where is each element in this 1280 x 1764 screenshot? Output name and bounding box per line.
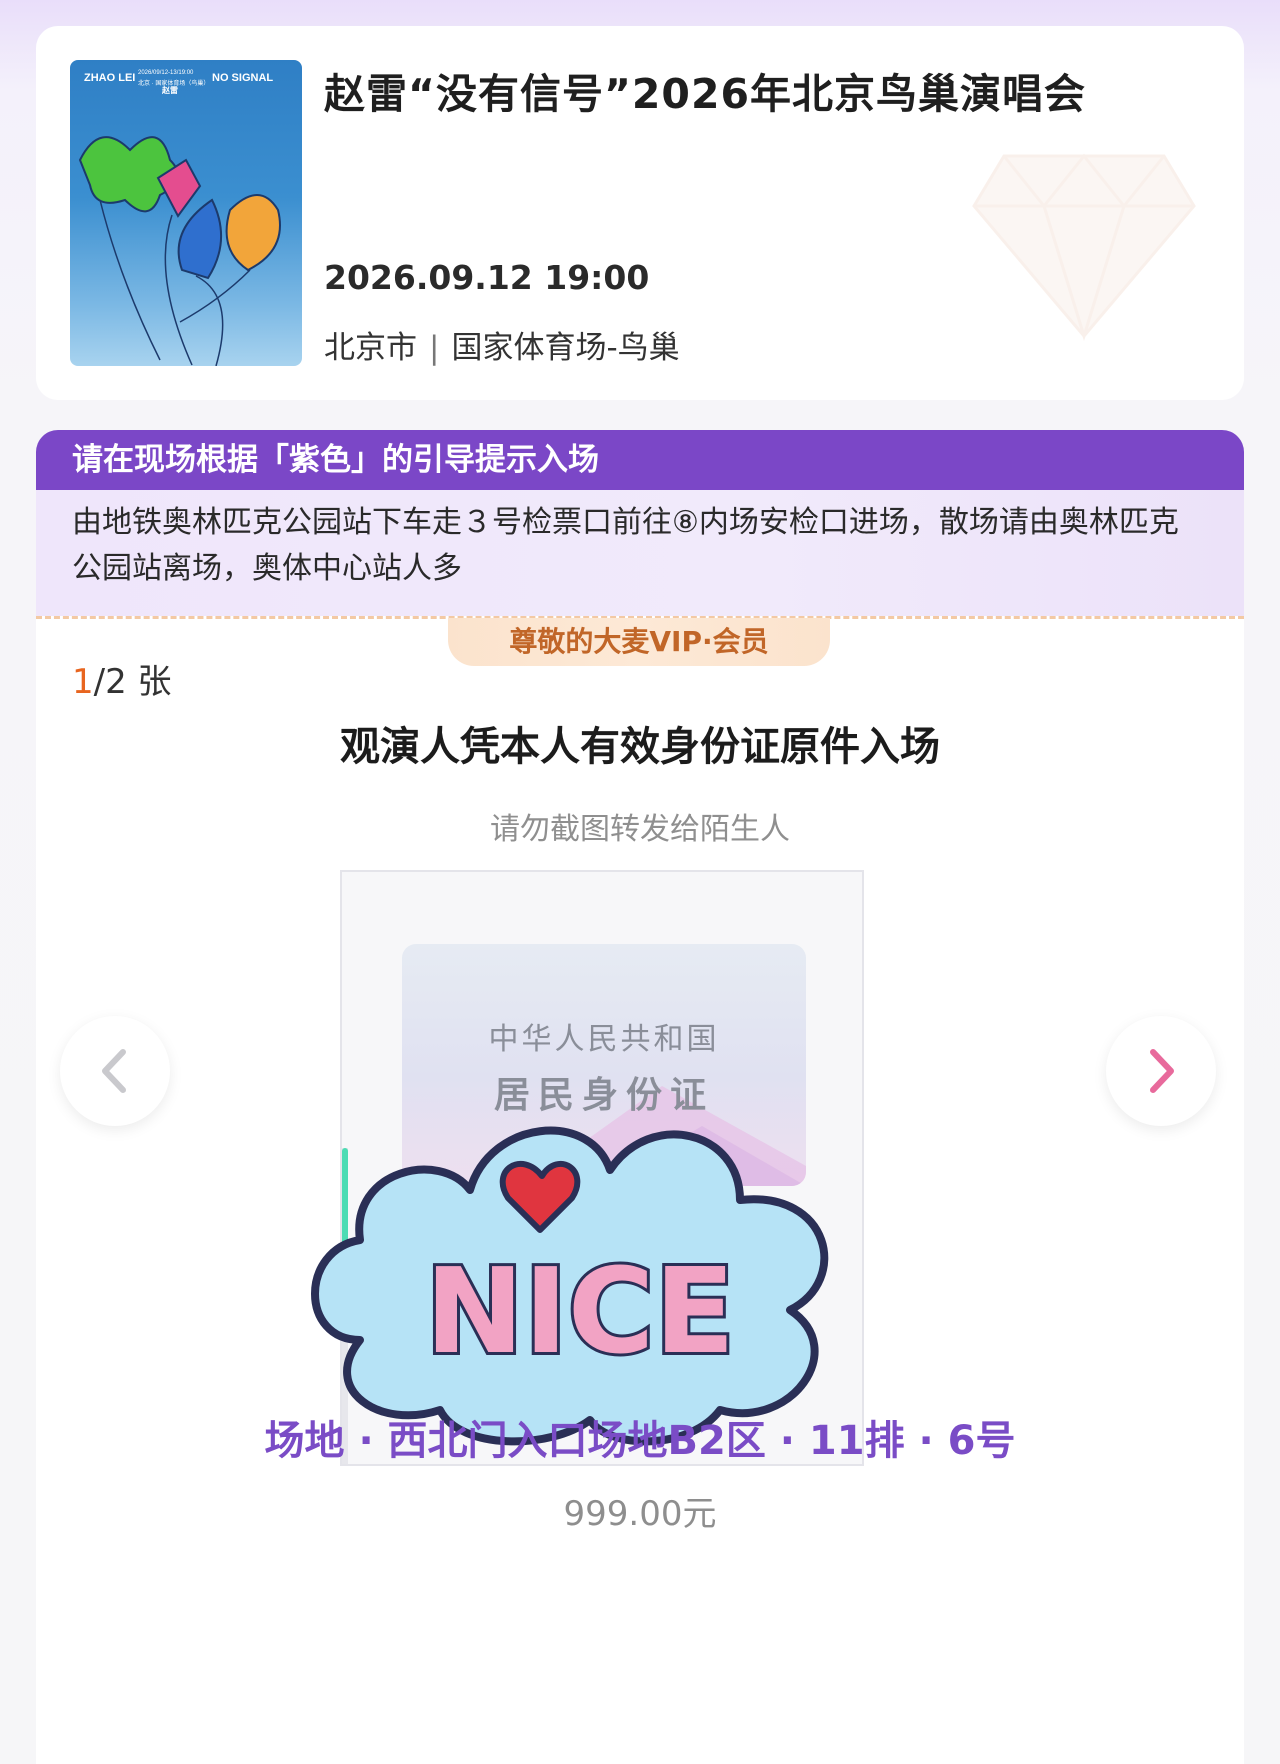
next-ticket-button[interactable] [1106, 1016, 1216, 1126]
vip-member-badge: 尊敬的大麦VIP·会员 [448, 618, 830, 666]
poster-dates: 2026/09/12-13/19:00 [138, 70, 194, 76]
ticket-price: 999.00元 [563, 1494, 717, 1534]
ticket-entry-notice: 观演人凭本人有效身份证原件入场 [340, 724, 940, 770]
entry-guide-text: 由地铁奥林匹克公园站下车走３号检票口前往⑧内场安检口进场，散场请由奥林匹克公园站… [36, 490, 1244, 616]
event-city: 北京市 [324, 330, 417, 366]
ticket-current-index: 1 [72, 662, 94, 702]
chevron-left-icon [102, 1049, 126, 1093]
seat-info: 场地 · 西北门入口场地B2区 · 11排 · 6号 [264, 1418, 1016, 1464]
chevron-right-icon [1150, 1049, 1174, 1093]
ticket-total: /2 张 [93, 662, 172, 702]
event-venue-line: 北京市 | 国家体育场-鸟巢 [324, 322, 680, 367]
ticket-card: 请在现场根据「紫色」的引导提示入场 由地铁奥林匹克公园站下车走３号检票口前往⑧内… [36, 430, 1244, 1764]
diamond-watermark-icon [972, 153, 1196, 342]
poster-artist-cn: 赵雷 [162, 86, 178, 95]
sticker-text: NICE [425, 1242, 735, 1380]
screenshot-warning: 请勿截图转发给陌生人 [490, 812, 790, 847]
ticket-counter: 1/2 张 [72, 654, 172, 703]
event-info-card[interactable]: ZHAO LEI 2026/09/12-13/19:00 北京 · 国家体育场（… [36, 26, 1244, 400]
venue-separator: | [429, 330, 440, 366]
poster-tour-en: NO SIGNAL [212, 72, 274, 84]
event-title: 赵雷“没有信号”2026年北京鸟巢演唱会 [324, 70, 1087, 118]
entry-guide-header: 请在现场根据「紫色」的引导提示入场 [36, 430, 1244, 490]
event-poster-image[interactable]: ZHAO LEI 2026/09/12-13/19:00 北京 · 国家体育场（… [70, 60, 302, 366]
kites-illustration [78, 136, 281, 366]
event-datetime: 2026.09.12 19:00 [324, 258, 650, 297]
event-venue-name: 国家体育场-鸟巢 [451, 330, 680, 366]
poster-artist-en: ZHAO LEI [84, 72, 136, 84]
previous-ticket-button[interactable] [60, 1016, 170, 1126]
nice-cloud-sticker-icon: NICE [311, 1126, 829, 1446]
id-card-country: 中华人民共和国 [488, 1022, 720, 1057]
